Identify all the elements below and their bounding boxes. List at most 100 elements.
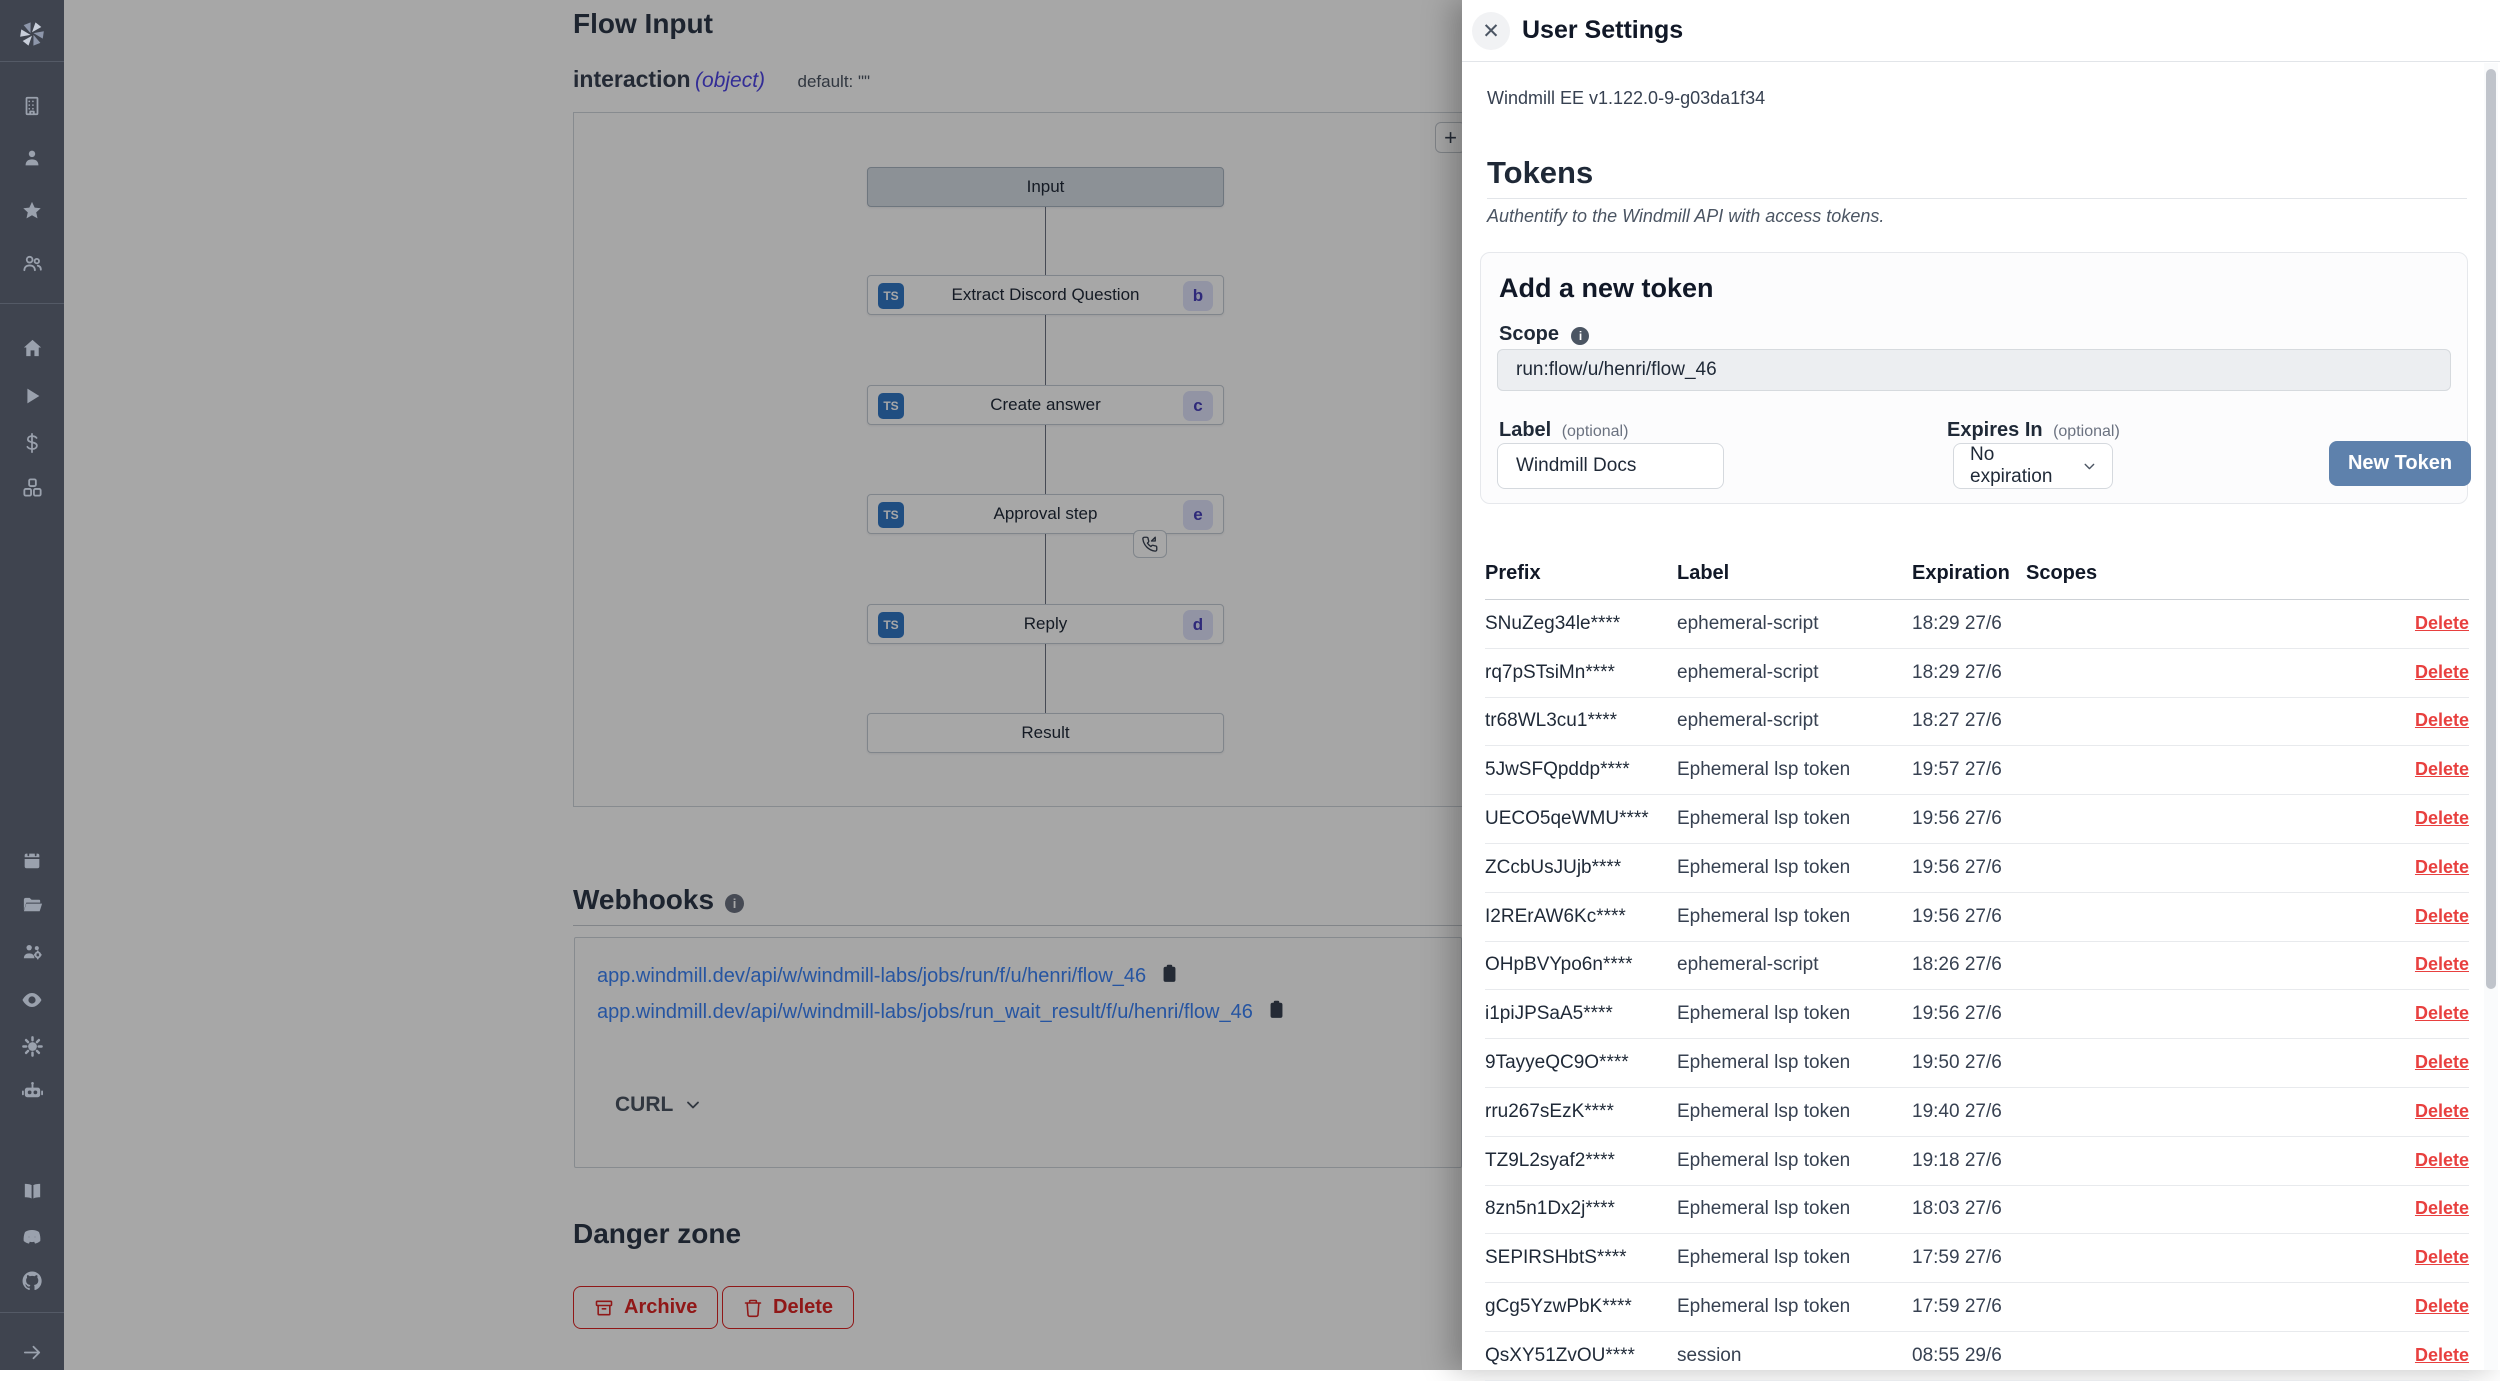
token-prefix: 9TayyeQC9O**** [1485,1052,1677,1074]
folder-open-icon[interactable] [0,883,64,927]
user-icon[interactable] [0,136,64,180]
discord-icon[interactable] [0,1215,64,1259]
windmill-logo-icon[interactable] [0,12,64,56]
groups-users-cog-icon[interactable] [0,929,64,973]
delete-token-link[interactable]: Delete [2415,1198,2469,1218]
schedules-calendar-icon[interactable] [0,838,64,882]
delete-token-link[interactable]: Delete [2415,808,2469,828]
delete-token-link[interactable]: Delete [2415,662,2469,682]
drawer-scrollbar-thumb[interactable] [2486,69,2496,989]
token-prefix: UECO5qeWMU**** [1485,808,1677,830]
token-label: ephemeral-script [1677,662,1912,684]
divider [1487,198,2467,199]
token-expiration: 17:59 27/6 [1912,1296,2026,1318]
version-text: Windmill EE v1.122.0-9-g03da1f34 [1487,88,1765,109]
collapse-arrow-right-icon[interactable] [0,1330,64,1374]
expires-in-select[interactable]: No expiration [1953,443,2113,489]
tokens-subtitle: Authentify to the Windmill API with acce… [1487,206,1884,227]
token-prefix: I2RErAW6Kc**** [1485,906,1677,928]
delete-token-link[interactable]: Delete [2415,1345,2469,1365]
token-prefix: OHpBVYpo6n**** [1485,954,1677,976]
delete-token-link[interactable]: Delete [2415,1296,2469,1316]
variables-dollar-icon[interactable] [0,421,64,465]
token-expiration: 19:50 27/6 [1912,1052,2026,1074]
delete-token-link[interactable]: Delete [2415,613,2469,633]
token-expiration: 19:40 27/6 [1912,1101,2026,1123]
audit-eye-icon[interactable] [0,978,64,1022]
github-icon[interactable] [0,1259,64,1303]
delete-token-link[interactable]: Delete [2415,1247,2469,1267]
table-header-row: Prefix Label Expiration Scopes [1485,548,2469,600]
ai-robot-icon[interactable] [0,1068,64,1112]
token-row: QsXY51ZvOU****session08:55 29/6Delete [1485,1332,2469,1381]
settings-gear-icon[interactable] [0,1024,64,1068]
delete-token-link[interactable]: Delete [2415,1150,2469,1170]
delete-token-link[interactable]: Delete [2415,1101,2469,1121]
token-expiration: 19:56 27/6 [1912,906,2026,928]
info-icon[interactable]: i [1571,327,1589,345]
token-expiration: 17:59 27/6 [1912,1247,2026,1269]
token-prefix: tr68WL3cu1**** [1485,710,1677,732]
token-row: rq7pSTsiMn****ephemeral-script18:29 27/6… [1485,649,2469,698]
token-row: ZCcbUsJUjb****Ephemeral lsp token19:56 2… [1485,844,2469,893]
delete-token-link[interactable]: Delete [2415,1003,2469,1023]
resources-boxes-icon[interactable] [0,465,64,509]
token-label: Ephemeral lsp token [1677,1150,1912,1172]
token-prefix: SNuZeg34le**** [1485,613,1677,635]
label-label: Label (optional) [1499,419,1628,442]
users-icon[interactable] [0,241,64,285]
drawer-title: User Settings [1522,16,1683,45]
token-label: session [1677,1345,1912,1367]
token-label: ephemeral-script [1677,710,1912,732]
col-header-expiration: Expiration [1912,562,2026,585]
token-expiration: 18:03 27/6 [1912,1198,2026,1220]
expires-in-label: Expires In (optional) [1947,419,2120,442]
token-expiration: 19:18 27/6 [1912,1150,2026,1172]
token-prefix: i1piJPSaA5**** [1485,1003,1677,1025]
token-row: UECO5qeWMU****Ephemeral lsp token19:56 2… [1485,795,2469,844]
modal-dim-overlay[interactable] [64,0,1462,1370]
token-row: i1piJPSaA5****Ephemeral lsp token19:56 2… [1485,990,2469,1039]
delete-token-link[interactable]: Delete [2415,1052,2469,1072]
sidebar-divider [0,303,64,304]
token-expiration: 18:26 27/6 [1912,954,2026,976]
token-expiration: 18:27 27/6 [1912,710,2026,732]
token-row: TZ9L2syaf2****Ephemeral lsp token19:18 2… [1485,1137,2469,1186]
token-expiration: 19:57 27/6 [1912,759,2026,781]
new-token-button[interactable]: New Token [2329,441,2471,486]
chevron-down-icon [2081,458,2098,475]
token-label: Ephemeral lsp token [1677,808,1912,830]
token-label: Ephemeral lsp token [1677,759,1912,781]
star-icon[interactable] [0,189,64,233]
token-expiration: 19:56 27/6 [1912,857,2026,879]
docs-book-icon[interactable] [0,1169,64,1213]
token-label-input[interactable] [1497,443,1724,489]
drawer-scrollbar-track[interactable] [2484,63,2498,1370]
token-prefix: 8zn5n1Dx2j**** [1485,1198,1677,1220]
token-row: gCg5YzwPbK****Ephemeral lsp token17:59 2… [1485,1283,2469,1332]
token-prefix: 5JwSFQpddp**** [1485,759,1677,781]
delete-token-link[interactable]: Delete [2415,710,2469,730]
add-token-card: Add a new token Scope i Label (optional)… [1480,252,2468,504]
token-label: Ephemeral lsp token [1677,906,1912,928]
delete-token-link[interactable]: Delete [2415,857,2469,877]
runs-play-icon[interactable] [0,374,64,418]
token-expiration: 18:29 27/6 [1912,613,2026,635]
close-icon[interactable]: ✕ [1472,12,1510,50]
token-expiration: 19:56 27/6 [1912,1003,2026,1025]
token-expiration: 19:56 27/6 [1912,808,2026,830]
home-icon[interactable] [0,326,64,370]
scope-input[interactable] [1497,349,2451,391]
delete-token-link[interactable]: Delete [2415,906,2469,926]
token-expiration: 18:29 27/6 [1912,662,2026,684]
token-row: rru267sEzK****Ephemeral lsp token19:40 2… [1485,1088,2469,1137]
scope-label: Scope i [1499,323,1589,346]
col-header-prefix: Prefix [1485,562,1677,585]
token-row: 8zn5n1Dx2j****Ephemeral lsp token18:03 2… [1485,1186,2469,1235]
workspace-building-icon[interactable] [0,84,64,128]
delete-token-link[interactable]: Delete [2415,759,2469,779]
token-label: ephemeral-script [1677,954,1912,976]
delete-token-link[interactable]: Delete [2415,954,2469,974]
token-prefix: TZ9L2syaf2**** [1485,1150,1677,1172]
token-row: SEPIRSHbtS****Ephemeral lsp token17:59 2… [1485,1234,2469,1283]
